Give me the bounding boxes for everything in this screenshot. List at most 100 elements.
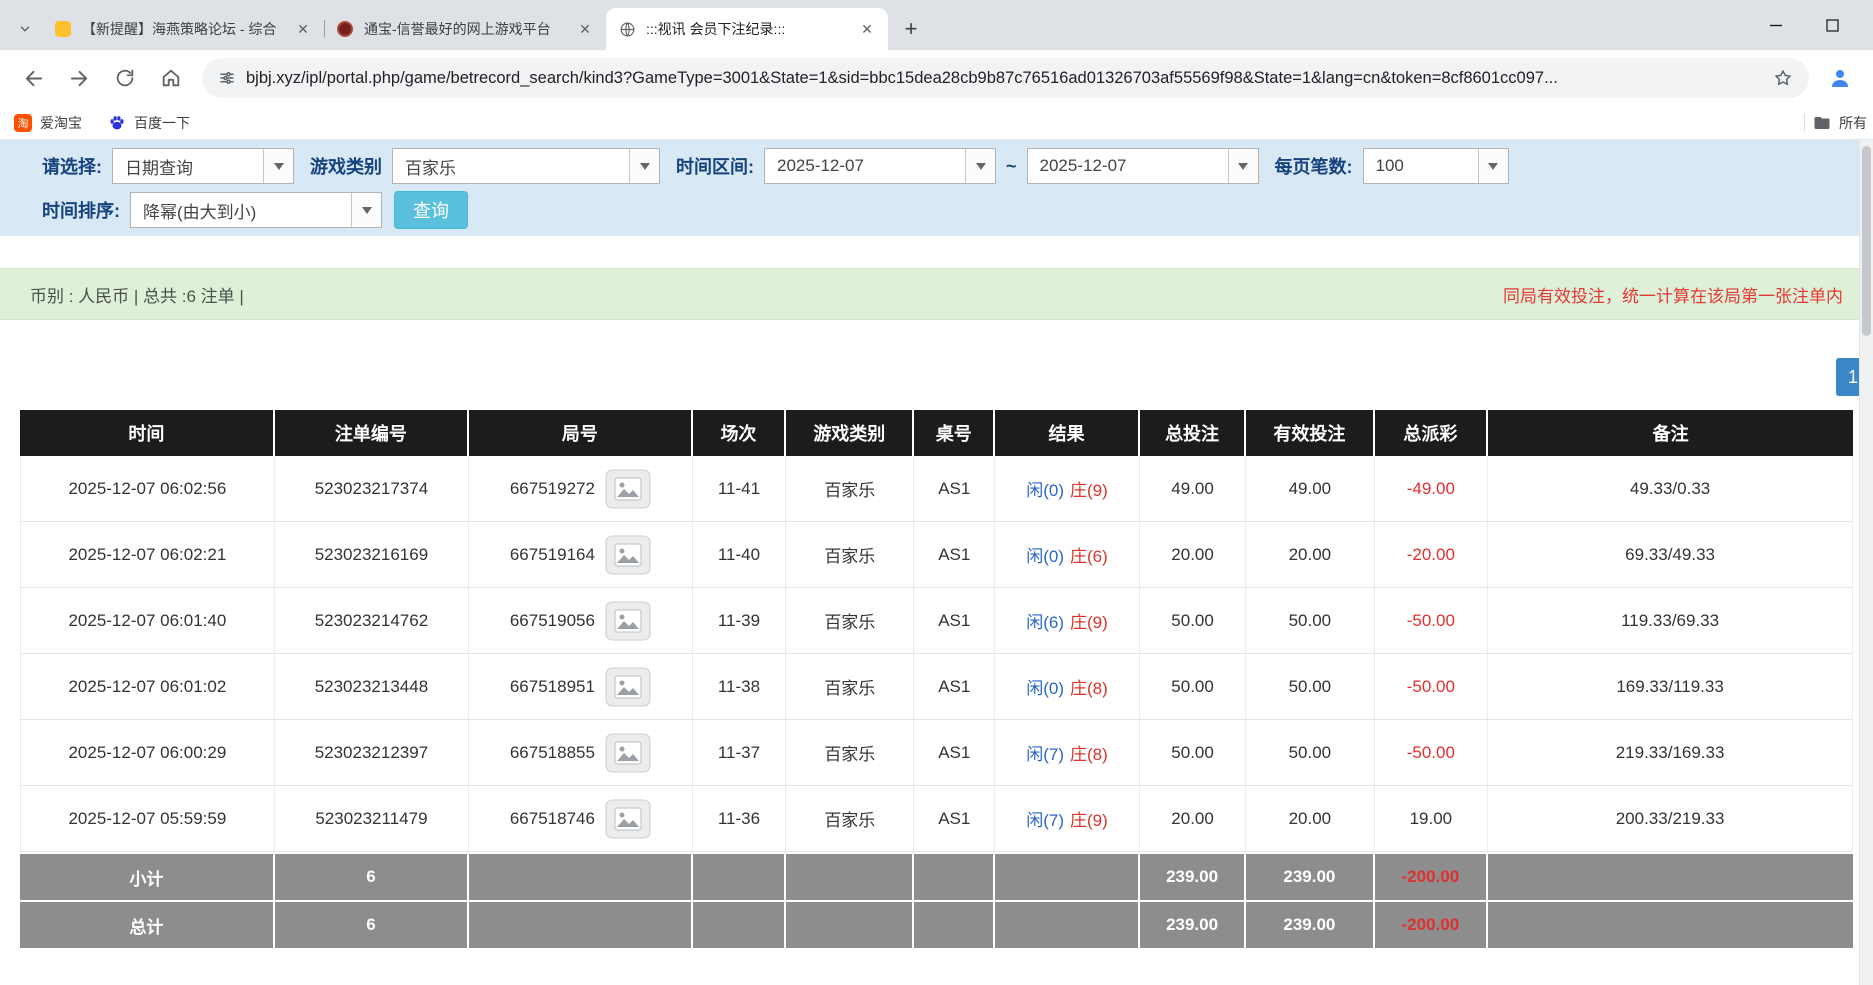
payout-cell: 19.00 — [1375, 786, 1489, 852]
query-type-dropdown[interactable]: 日期查询 — [112, 148, 294, 184]
total-bet-link[interactable]: 20.00 — [1140, 786, 1246, 852]
close-tab-icon[interactable]: ✕ — [576, 20, 594, 38]
minimize-button[interactable] — [1747, 0, 1804, 50]
column-header: 总投注 — [1140, 410, 1246, 456]
browser-tab-forum[interactable]: 【新提醒】海燕策略论坛 - 综合 ✕ — [42, 8, 324, 50]
reload-button[interactable] — [104, 57, 146, 99]
chevron-down-icon[interactable] — [263, 149, 293, 183]
round-image-icon[interactable] — [605, 469, 651, 509]
bet-id-cell: 523023216169 — [275, 522, 469, 588]
chevron-down-icon[interactable] — [1478, 149, 1508, 183]
close-tab-icon[interactable]: ✕ — [294, 20, 312, 38]
new-tab-button[interactable]: + — [896, 14, 926, 44]
round-number: 667518746 — [510, 809, 595, 829]
subtotal-row: 小计6239.00239.00-200.00 — [20, 852, 1853, 900]
round-image-icon[interactable] — [605, 535, 651, 575]
chevron-down-icon[interactable] — [629, 149, 659, 183]
sum-total-bet: 239.00 — [1140, 900, 1246, 948]
page-size-dropdown[interactable]: 100 — [1363, 148, 1509, 184]
table-row: 2025-12-07 06:02:21523023216169667519164… — [20, 522, 1853, 588]
session-cell: 11-37 — [693, 720, 786, 786]
banker-result: 庄(9) — [1070, 481, 1108, 500]
round-image-icon[interactable] — [605, 601, 651, 641]
address-bar[interactable]: bjbj.xyz/ipl/portal.php/game/betrecord_s… — [202, 58, 1809, 98]
session-cell: 11-38 — [693, 654, 786, 720]
bookmark-star-icon[interactable] — [1773, 68, 1793, 88]
chevron-down-icon[interactable] — [965, 149, 995, 183]
scrollbar-thumb[interactable] — [1862, 146, 1871, 336]
url-text[interactable]: bjbj.xyz/ipl/portal.php/game/betrecord_s… — [246, 69, 1763, 88]
tab-title: 【新提醒】海燕策略论坛 - 综合 — [82, 19, 284, 39]
payout-cell: -50.00 — [1375, 588, 1489, 654]
vertical-scrollbar[interactable] — [1859, 140, 1873, 985]
game-type-dropdown[interactable]: 百家乐 — [392, 148, 660, 184]
total-bet-link[interactable]: 20.00 — [1140, 522, 1246, 588]
sum-valid-bet: 239.00 — [1246, 852, 1374, 900]
result-cell: 闲(0)庄(9) — [995, 456, 1140, 522]
round-number: 667518951 — [510, 677, 595, 697]
home-button[interactable] — [150, 57, 192, 99]
round-image-icon[interactable] — [605, 733, 651, 773]
summary-note: 同局有效投注，统一计算在该局第一张注单内 — [1503, 282, 1843, 307]
result-cell: 闲(0)庄(6) — [995, 522, 1140, 588]
search-button[interactable]: 查询 — [394, 191, 468, 229]
game-type-cell: 百家乐 — [786, 720, 914, 786]
browser-tab-tongbao[interactable]: 通宝-信誉最好的网上游戏平台 ✕ — [324, 8, 606, 50]
column-header: 有效投注 — [1246, 410, 1374, 456]
tab-search-button[interactable] — [8, 8, 42, 50]
round-number: 667519272 — [510, 479, 595, 499]
bet-table-body: 2025-12-07 06:02:56523023217374667519272… — [20, 456, 1853, 852]
total-bet-link[interactable]: 50.00 — [1140, 654, 1246, 720]
session-cell: 11-39 — [693, 588, 786, 654]
game-type-label: 游戏类别 — [310, 153, 382, 179]
page-size-value: 100 — [1364, 149, 1478, 183]
bookmarks-bar: 淘 爱淘宝 百度一下 所有 — [0, 106, 1873, 140]
close-tab-icon[interactable]: ✕ — [858, 20, 876, 38]
sum-empty — [1488, 900, 1853, 948]
round-cell: 667519272 — [469, 456, 693, 522]
bookmark-label: 百度一下 — [134, 113, 190, 133]
note-cell: 200.33/219.33 — [1488, 786, 1853, 852]
date-separator: ~ — [1006, 156, 1017, 177]
page-size-label: 每页笔数: — [1275, 153, 1353, 179]
filter-panel: 请选择: 日期查询 游戏类别 百家乐 时间区间: 2025-12-07 ~ 20 — [0, 140, 1873, 236]
sort-value: 降幂(由大到小) — [131, 193, 351, 227]
back-button[interactable] — [12, 57, 54, 99]
forward-button[interactable] — [58, 57, 100, 99]
chevron-down-icon[interactable] — [1228, 149, 1258, 183]
bookmark-label: 爱淘宝 — [40, 113, 82, 133]
result-cell: 闲(7)庄(9) — [995, 786, 1140, 852]
total-bet-link[interactable]: 49.00 — [1140, 456, 1246, 522]
profile-avatar-icon[interactable] — [1819, 57, 1861, 99]
maximize-button[interactable] — [1804, 0, 1861, 50]
round-cell: 667518855 — [469, 720, 693, 786]
sum-count: 6 — [275, 852, 469, 900]
bookmark-aitaobao[interactable]: 淘 爱淘宝 — [14, 113, 82, 133]
site-info-icon[interactable] — [218, 69, 236, 87]
date-from-dropdown[interactable]: 2025-12-07 — [764, 148, 996, 184]
bet-time-cell: 2025-12-07 05:59:59 — [20, 786, 275, 852]
bet-records-table: 时间注单编号局号场次游戏类别桌号结果总投注有效投注总派彩备注 2025-12-0… — [20, 410, 1853, 948]
round-image-icon[interactable] — [605, 667, 651, 707]
round-image-icon[interactable] — [605, 799, 651, 839]
sort-dropdown[interactable]: 降幂(由大到小) — [130, 192, 382, 228]
sum-payout: -200.00 — [1375, 852, 1489, 900]
date-to-dropdown[interactable]: 2025-12-07 — [1027, 148, 1259, 184]
forum-favicon-icon — [54, 20, 72, 38]
bet-time-cell: 2025-12-07 06:01:02 — [20, 654, 275, 720]
total-row: 总计6239.00239.00-200.00 — [20, 900, 1853, 948]
all-bookmarks-button[interactable]: 所有 — [1804, 113, 1867, 133]
note-cell: 69.33/49.33 — [1488, 522, 1853, 588]
total-bet-link[interactable]: 50.00 — [1140, 588, 1246, 654]
result-cell: 闲(6)庄(9) — [995, 588, 1140, 654]
bookmark-baidu[interactable]: 百度一下 — [108, 113, 190, 133]
payout-cell: -20.00 — [1375, 522, 1489, 588]
total-bet-link[interactable]: 50.00 — [1140, 720, 1246, 786]
browser-tab-bet-records[interactable]: :::视讯 会员下注纪录::: ✕ — [606, 8, 888, 50]
select-label: 请选择: — [42, 153, 102, 179]
session-cell: 11-41 — [693, 456, 786, 522]
chevron-down-icon[interactable] — [351, 193, 381, 227]
close-window-button[interactable] — [1861, 0, 1873, 50]
round-number-wrap: 667518746 — [510, 799, 651, 839]
browser-window: 【新提醒】海燕策略论坛 - 综合 ✕ 通宝-信誉最好的网上游戏平台 ✕ :::视… — [0, 0, 1873, 985]
